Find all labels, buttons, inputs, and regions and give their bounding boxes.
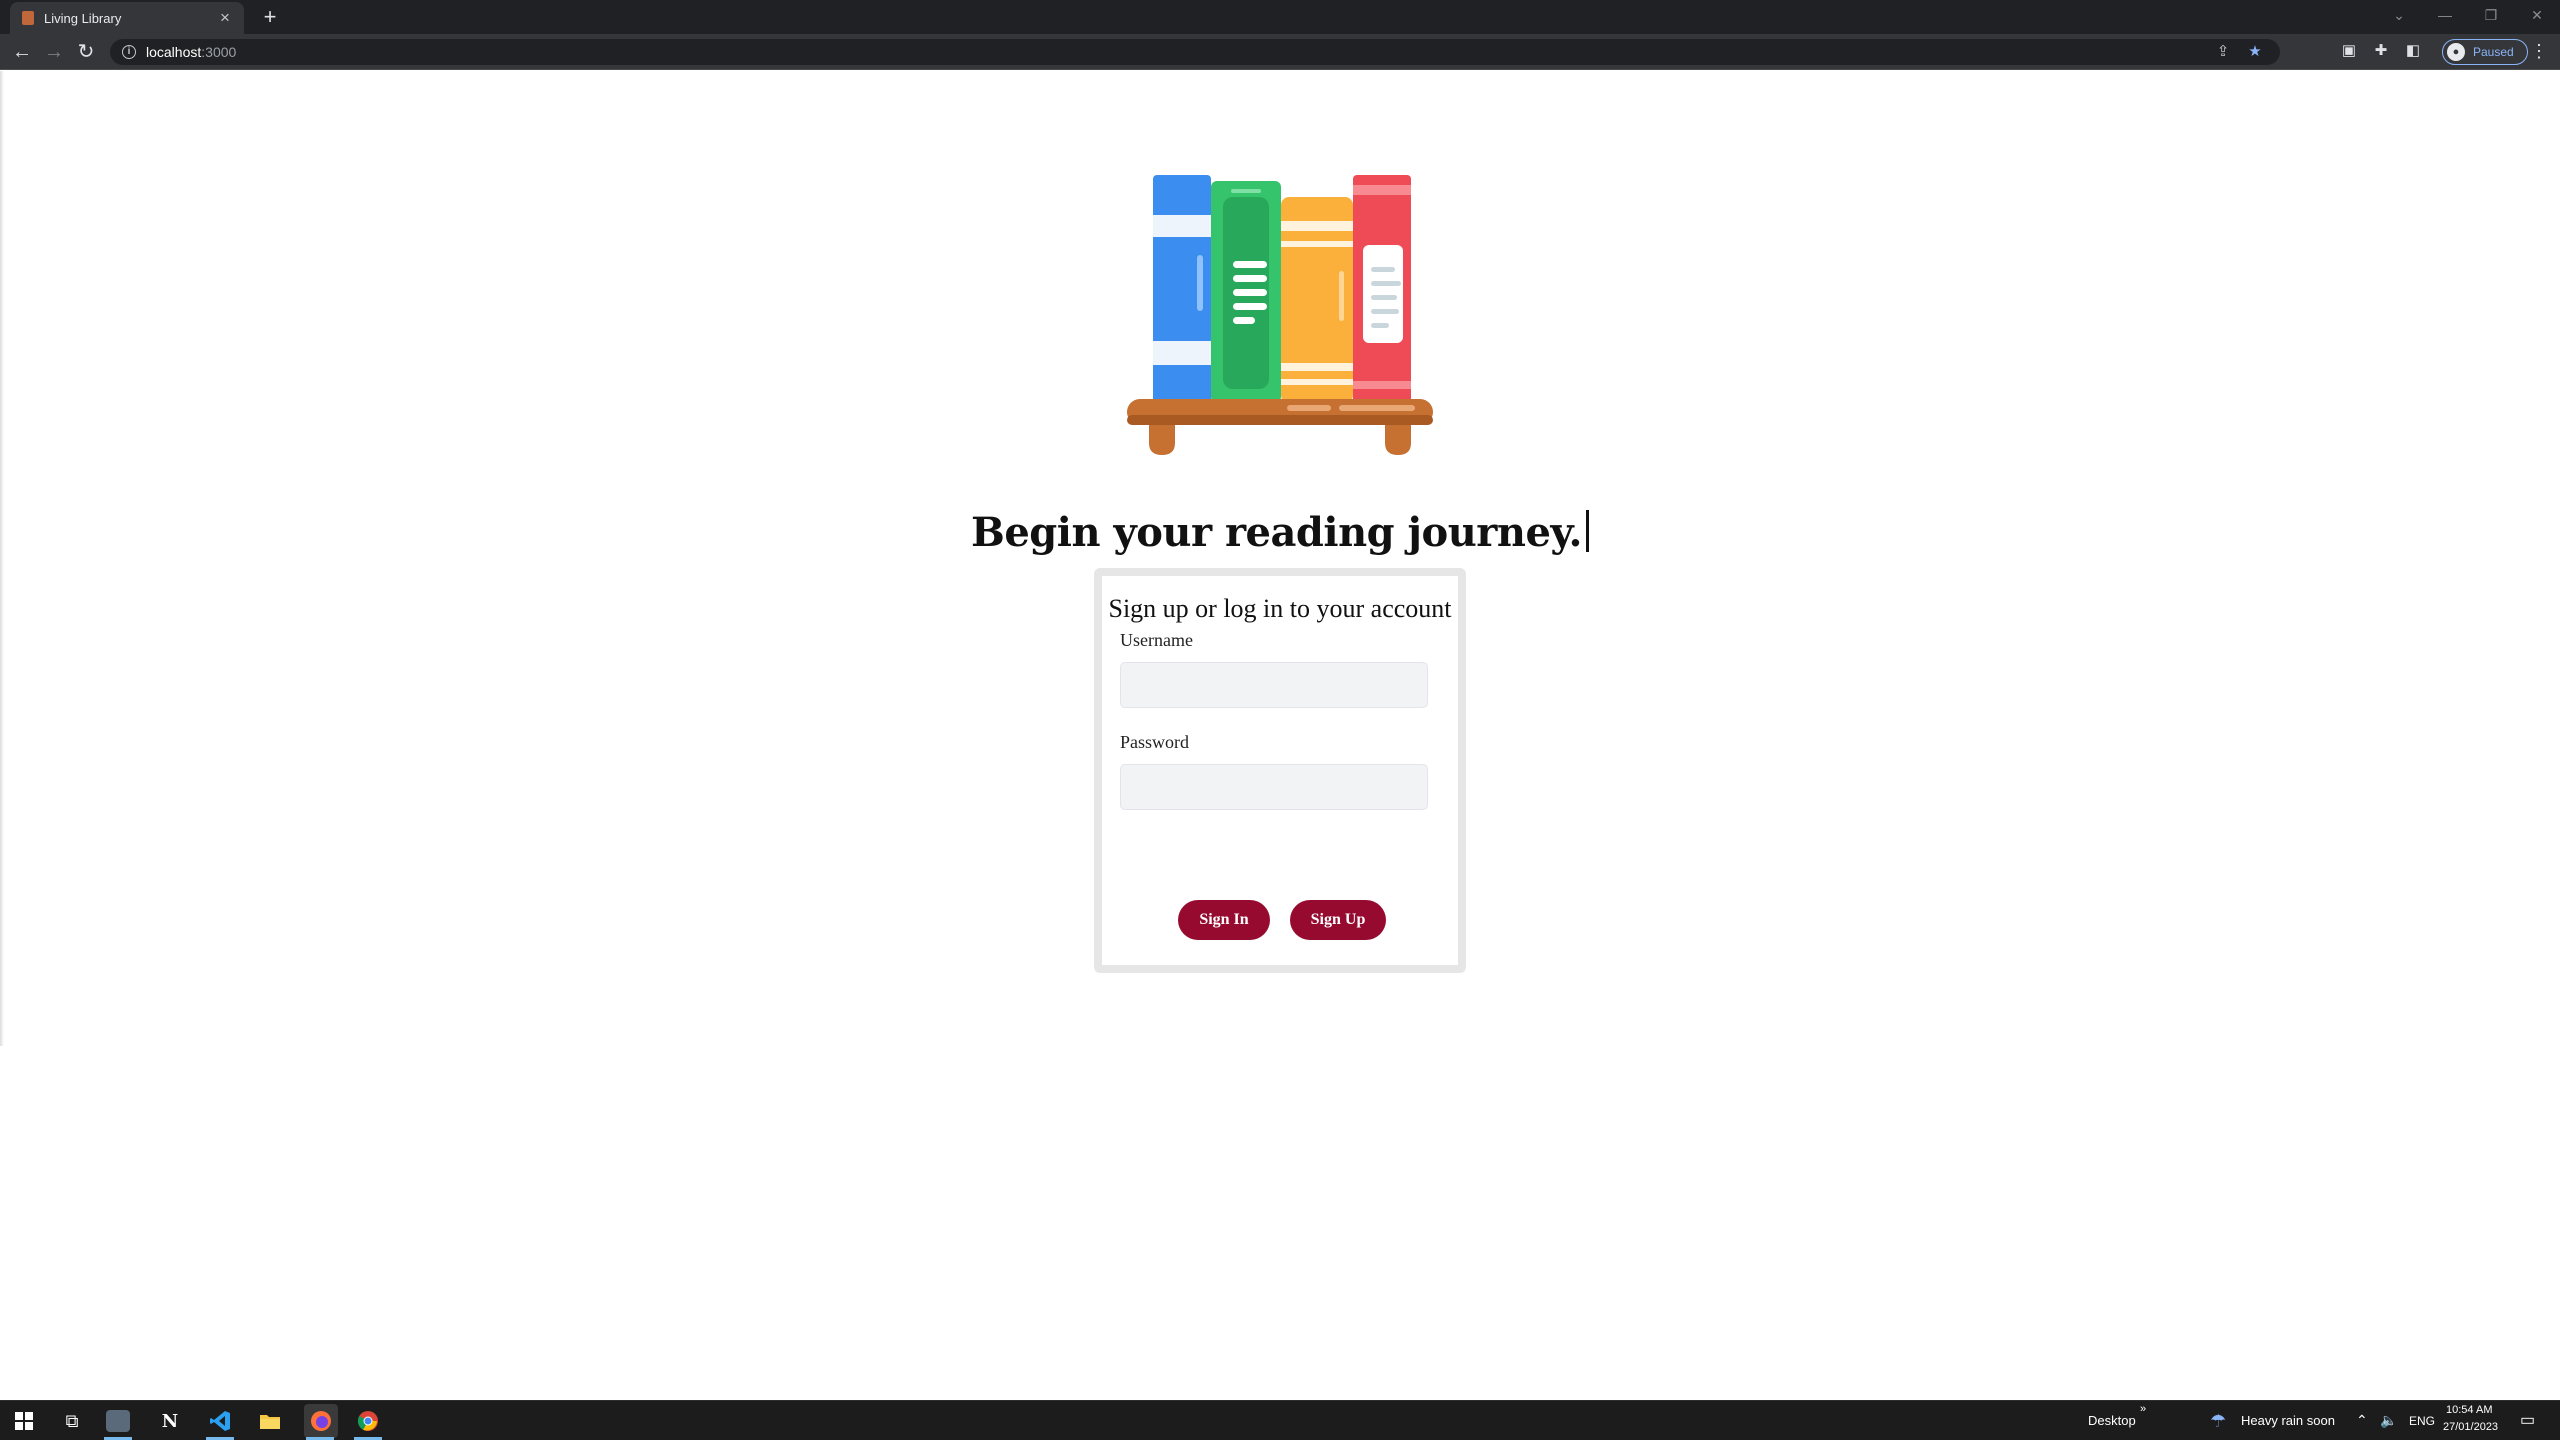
bookshelf-icon xyxy=(1127,175,1433,455)
mail-icon[interactable] xyxy=(106,1410,130,1432)
browser-menu-icon[interactable]: ⋮ xyxy=(2530,42,2548,60)
start-icon[interactable] xyxy=(10,1407,38,1435)
browser-toolbar: ← → ↻ i localhost:3000 ⇪ ★ ▣ ✚ ◧ ● Pause… xyxy=(0,34,2560,70)
back-button[interactable]: ← xyxy=(8,38,36,66)
new-tab-button[interactable]: + xyxy=(258,4,282,30)
taskbar: ⧉ N Desktop » ☂ Heavy rain soon ⌃ 🔈 ENG … xyxy=(0,1400,2560,1440)
browser-tab[interactable]: Living Library × xyxy=(10,2,244,34)
tab-favicon-icon xyxy=(22,11,34,25)
vscode-icon[interactable] xyxy=(206,1407,234,1435)
file-explorer-icon[interactable] xyxy=(256,1407,284,1435)
volume-icon[interactable]: 🔈 xyxy=(2380,1412,2397,1429)
page-headline: Begin your reading journey. xyxy=(0,509,2560,556)
chrome-icon[interactable] xyxy=(354,1407,382,1435)
reload-button[interactable]: ↻ xyxy=(72,38,100,66)
tab-close-icon[interactable]: × xyxy=(216,9,234,27)
extension-icons: ▣ ✚ ◧ xyxy=(2340,42,2422,60)
tab-title: Living Library xyxy=(44,10,122,26)
sign-up-button[interactable]: Sign Up xyxy=(1290,900,1386,940)
url-host: localhost xyxy=(146,44,202,60)
language-indicator[interactable]: ENG xyxy=(2409,1414,2435,1428)
profile-status: Paused xyxy=(2473,45,2514,59)
toolbar-expand-icon[interactable]: » xyxy=(2140,1403,2146,1415)
side-panel-icon[interactable]: ◧ xyxy=(2404,42,2422,60)
omnibox-actions: ⇪ ★ xyxy=(2214,43,2264,61)
weather-label[interactable]: Heavy rain soon xyxy=(2241,1413,2335,1428)
site-info-icon[interactable]: i xyxy=(122,45,136,59)
minimize-button[interactable]: — xyxy=(2422,0,2468,34)
restore-button[interactable]: ❐ xyxy=(2468,0,2514,34)
share-icon[interactable]: ⇪ xyxy=(2214,43,2232,61)
sign-in-button[interactable]: Sign In xyxy=(1178,900,1270,940)
extensions-puzzle-icon[interactable]: ✚ xyxy=(2372,42,2390,60)
notifications-icon[interactable]: ▭ xyxy=(2520,1410,2535,1430)
browser-tab-strip: Living Library × + ⌄ — ❐ ✕ xyxy=(0,0,2560,34)
close-window-button[interactable]: ✕ xyxy=(2514,0,2560,34)
card-title: Sign up or log in to your account xyxy=(1108,594,1452,623)
avatar-icon: ● xyxy=(2447,43,2465,61)
url-port: :3000 xyxy=(201,44,237,60)
text-cursor xyxy=(1585,510,1589,552)
forward-button[interactable]: → xyxy=(40,38,68,66)
task-view-icon[interactable]: ⧉ xyxy=(58,1407,86,1435)
auth-card: Sign up or log in to your account Userna… xyxy=(1094,568,1466,973)
page-edge-shadow xyxy=(0,71,4,1046)
address-bar[interactable]: i localhost:3000 ⇪ ★ xyxy=(110,39,2280,65)
password-input[interactable] xyxy=(1120,764,1428,810)
username-input[interactable] xyxy=(1120,662,1428,708)
window-controls: ⌄ — ❐ ✕ xyxy=(2376,0,2560,34)
clock-date[interactable]: 27/01/2023 xyxy=(2443,1421,2498,1433)
clock-time[interactable]: 10:54 AM xyxy=(2446,1404,2492,1416)
notion-icon[interactable]: N xyxy=(156,1407,184,1435)
desktop-toolbar-label[interactable]: Desktop xyxy=(2088,1413,2136,1428)
weather-icon[interactable]: ☂ xyxy=(2210,1411,2226,1432)
bookmark-star-icon[interactable]: ★ xyxy=(2246,43,2264,61)
tab-search-button[interactable]: ⌄ xyxy=(2376,0,2422,34)
extension-shield-icon[interactable]: ▣ xyxy=(2340,42,2358,60)
password-label: Password xyxy=(1120,732,1190,752)
firefox-icon[interactable] xyxy=(304,1404,338,1438)
show-hidden-icons-icon[interactable]: ⌃ xyxy=(2356,1412,2368,1429)
page-viewport: Begin your reading journey. Sign up or l… xyxy=(0,71,2560,1399)
username-label: Username xyxy=(1120,630,1193,650)
headline-text: Begin your reading journey. xyxy=(971,509,1582,556)
profile-button[interactable]: ● Paused xyxy=(2442,39,2528,65)
